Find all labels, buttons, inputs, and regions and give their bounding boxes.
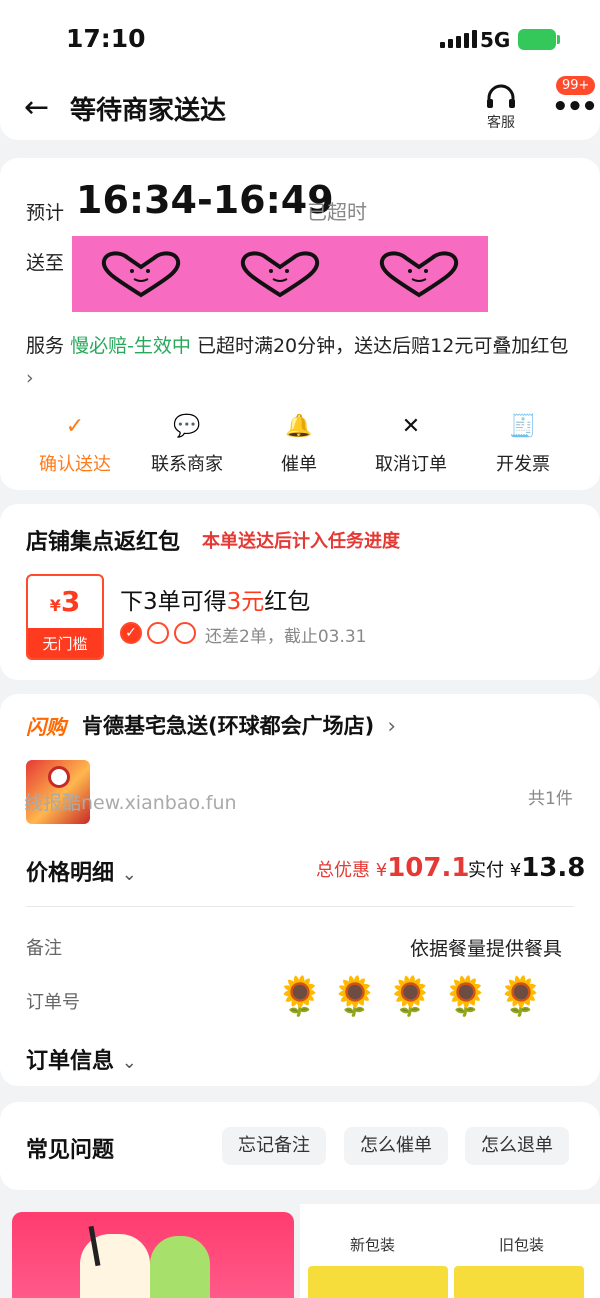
status-time: 17:10	[66, 24, 146, 53]
task-amount: 3元	[226, 589, 265, 615]
address-label: 送至	[26, 252, 65, 274]
action-label: 催单	[281, 454, 317, 475]
overtime-status: 已超时	[307, 200, 367, 224]
coupon-value: 3	[60, 585, 81, 618]
cancel-doc-icon: ✕	[401, 414, 421, 439]
new-package-label: 新包装	[350, 1236, 396, 1254]
sunflower-icon: 🌻	[441, 974, 490, 1018]
order-number-label: 订单号	[26, 992, 80, 1013]
check-circle-icon: ✓	[65, 414, 85, 439]
progress-dots: ✓	[120, 622, 196, 644]
heart-doodle-icon	[240, 251, 319, 298]
price-detail-toggle[interactable]: 价格明细 ⌄	[26, 855, 137, 887]
back-arrow-icon[interactable]: ←	[24, 90, 49, 125]
faq-title: 常见问题	[26, 1138, 115, 1163]
receipt-icon: 🧾	[509, 414, 537, 439]
more-icon[interactable]: •••	[552, 92, 598, 122]
battery-icon	[518, 29, 556, 50]
paid-amount: 实付 ¥13.8	[468, 853, 585, 883]
ice-cream-image	[80, 1234, 150, 1298]
progress-dot-done: ✓	[120, 622, 142, 644]
order-card	[0, 694, 600, 1086]
matcha-drink-image	[150, 1236, 210, 1298]
order-info-toggle[interactable]: 订单信息 ⌄	[26, 1043, 137, 1075]
total-discount: 总优惠 ¥107.1	[316, 853, 469, 883]
discount-value: 107.1	[387, 853, 470, 883]
paid-currency: ¥	[509, 860, 522, 881]
coupon[interactable]: ¥3 无门槛	[26, 574, 104, 660]
order-number-redacted: 🌻 🌻 🌻 🌻 🌻	[276, 974, 545, 1019]
service-label: 服务	[26, 335, 65, 357]
customer-service-label[interactable]: 客服	[478, 112, 524, 132]
coupon-note: 无门槛	[28, 628, 102, 658]
action-label: 开发票	[496, 454, 550, 475]
task-suffix: 红包	[264, 589, 311, 615]
chevron-right-icon: ›	[387, 714, 396, 738]
discount-label: 总优惠	[316, 860, 370, 881]
reward-title: 店铺集点返红包	[26, 530, 181, 555]
eta-time: 16:34-16:49	[76, 178, 334, 222]
discount-currency: ¥	[375, 860, 388, 881]
paid-label: 实付	[468, 860, 504, 881]
action-label: 确认送达	[39, 454, 111, 475]
eta-label: 预计	[26, 202, 65, 224]
cancel-order-button[interactable]: ✕ 取消订单	[355, 414, 467, 476]
address-redacted-block	[72, 236, 488, 312]
page-title: 等待商家送达	[70, 96, 227, 126]
chat-icon: 💬	[173, 414, 201, 439]
notification-badge: 99+	[556, 76, 596, 95]
urge-order-button[interactable]: 🔔 催单	[243, 414, 355, 476]
network-label: 5G	[480, 28, 511, 52]
sunflower-icon: 🌻	[331, 974, 379, 1018]
confirm-delivery-button[interactable]: ✓ 确认送达	[19, 414, 131, 476]
action-label: 取消订单	[375, 454, 447, 475]
remark-value: 依据餐量提供餐具	[410, 938, 563, 960]
task-title: 下3单可得3元红包	[120, 582, 310, 616]
chevron-down-icon: ⌄	[121, 1052, 137, 1073]
faq-chip-refund[interactable]: 怎么退单	[465, 1127, 569, 1165]
package-image	[308, 1266, 448, 1298]
logo-icon	[48, 766, 70, 788]
chevron-right-icon: ›	[26, 367, 34, 389]
old-package-label: 旧包装	[499, 1236, 545, 1254]
chevron-down-icon: ⌄	[121, 864, 137, 885]
bell-icon: 🔔	[285, 414, 313, 439]
service-row[interactable]: 服务 慢必赔-生效中 已超时满20分钟，送达后赔12元可叠加红包 ›	[26, 330, 574, 394]
shop-name: 肯德基宅急送(环球都会广场店)	[82, 714, 375, 738]
battery-tip	[557, 35, 560, 44]
divider	[26, 906, 574, 907]
sunflower-icon: 🌻	[386, 974, 434, 1018]
package-image	[454, 1266, 584, 1298]
coupon-currency: ¥	[49, 596, 61, 615]
remark-label: 备注	[26, 938, 62, 959]
task-note: 还差2单，截止03.31	[205, 627, 367, 647]
service-desc: 已超时满20分钟，送达后赔12元可叠加红包	[196, 335, 569, 357]
invoice-button[interactable]: 🧾 开发票	[467, 414, 579, 476]
reward-subtitle: 本单送达后计入任务进度	[202, 531, 400, 552]
progress-dot-empty	[147, 622, 169, 644]
task-prefix: 下3单可得	[120, 589, 227, 615]
price-detail-label: 价格明细	[26, 861, 115, 886]
coupon-amount: ¥3	[28, 576, 102, 628]
item-count: 共1件	[528, 789, 573, 809]
service-name: 慢必赔-生效中	[70, 335, 191, 357]
sunflower-icon: 🌻	[497, 974, 545, 1018]
shop-name-link[interactable]: 肯德基宅急送(环球都会广场店) ›	[82, 710, 396, 740]
contact-merchant-button[interactable]: 💬 联系商家	[131, 414, 243, 476]
flash-tag: 闪购	[26, 715, 66, 739]
paid-value: 13.8	[521, 853, 586, 883]
faq-chip-urge[interactable]: 怎么催单	[344, 1127, 448, 1165]
heart-doodle-icon	[102, 251, 181, 298]
order-info-label: 订单信息	[26, 1049, 115, 1074]
watermark: 线报酷new.xianbao.fun	[24, 792, 237, 814]
progress-dot-empty	[174, 622, 196, 644]
sunflower-icon: 🌻	[276, 974, 324, 1018]
heart-doodle-icon	[379, 251, 458, 298]
action-bar: ✓ 确认送达 💬 联系商家 🔔 催单 ✕ 取消订单 🧾 开发票	[0, 414, 600, 476]
faq-chip-forgot-remark[interactable]: 忘记备注	[222, 1127, 326, 1165]
signal-icon	[440, 30, 477, 48]
action-label: 联系商家	[151, 454, 223, 475]
